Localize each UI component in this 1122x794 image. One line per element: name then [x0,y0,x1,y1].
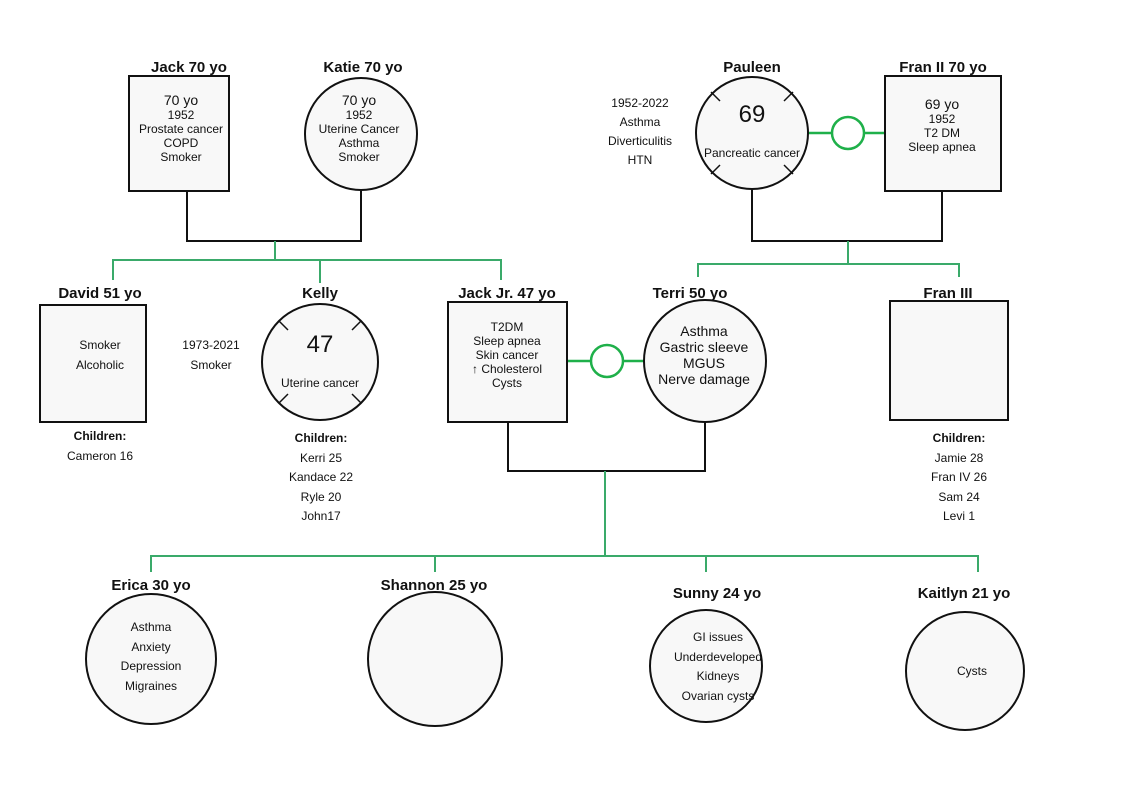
side-note: Smoker [190,358,232,372]
fran3-square [889,300,1009,421]
sunny-detail: Underdeveloped [673,649,763,664]
jack-name: Jack 70 yo [151,59,227,76]
fran2-detail: T2 DM [924,126,960,140]
jack-katie-union-line [186,191,362,242]
david-detail: Alcoholic [75,358,125,372]
marriage-symbol-jackjr-terri [567,343,645,379]
kaitlyn-details: Cysts [957,661,987,681]
erica-detail: Anxiety [131,639,171,654]
kelly-children: Children: Kerri 25 Kandace 22 Ryle 20 Jo… [289,429,353,527]
katie-details: 70 yo 1952 Uterine Cancer Asthma Smoker [319,92,400,164]
fran3-name: Fran III [923,285,973,302]
child-item: Levi 1 [942,509,976,523]
david-details: Smoker Alcoholic [76,335,124,375]
children-label: Children: [73,429,127,443]
children-label: Children: [932,431,986,445]
pauleen-side-notes: 1952-2022 Asthma Diverticulitis HTN [608,94,672,170]
jackjr-name: Jack Jr. 47 yo [458,285,556,302]
child-item: Cameron 16 [66,449,134,463]
side-note: HTN [627,153,653,167]
child-item: Sam 24 [938,489,980,504]
katie-detail: Smoker [338,150,380,164]
kelly-condition: Uterine cancer [280,376,360,390]
jack-details: 70 yo 1952 Prostate cancer COPD Smoker [139,92,223,164]
child-item: Jamie 28 [934,450,984,465]
jack-detail: Prostate cancer [138,122,224,136]
terri-detail: Asthma [680,323,728,339]
david-name: David 51 yo [58,285,142,302]
fran2-detail: 1952 [928,112,956,126]
katie-detail: Asthma [338,136,380,150]
kelly-name: Kelly [302,285,338,302]
marriage-symbol-pauleen-fran2 [808,115,885,151]
terri-detail: Nerve damage [658,371,750,387]
child-item: Kerri 25 [299,450,343,465]
terri-name: Terri 50 yo [652,285,728,302]
fran2-detail: Sleep apnea [908,140,976,154]
kaitlyn-detail: Cysts [957,664,987,678]
katie-detail: 1952 [345,108,373,122]
sunny-detail: Kidneys [696,669,740,683]
erica-detail: Migraines [124,678,178,693]
kelly-age-at-death: 47 [306,331,334,358]
fran2-details: 69 yo 1952 T2 DM Sleep apnea [908,96,975,154]
sunny-name: Sunny 24 yo [672,585,762,602]
pauleen-fran2-children-line [697,241,960,277]
erica-detail: Depression [120,659,182,673]
jackjr-terri-union-line [507,418,706,472]
fran2-age: 69 yo [924,96,960,112]
katie-age: 70 yo [341,92,377,108]
side-note: 1973-2021 [182,338,240,352]
pauleen-age-at-death: 69 [738,101,766,128]
child-item: John17 [301,509,341,523]
fran3-children: Children: Jamie 28 Fran IV 26 Sam 24 Lev… [931,429,987,527]
jackjr-details: T2DM Sleep apnea Skin cancer ↑ Cholester… [472,320,542,390]
terri-detail: MGUS [682,355,725,371]
jack-detail: COPD [163,136,199,150]
terri-details: Asthma Gastric sleeve MGUS Nerve damage [658,323,750,387]
kelly-side-notes: 1973-2021 Smoker [182,335,239,375]
david-children: Children: Cameron 16 [67,426,133,466]
jack-detail: 1952 [167,108,195,122]
sunny-details: GI issues Underdeveloped Kidneys Ovarian… [674,628,762,706]
shannon-circle [367,591,503,727]
sunny-detail: Ovarian cysts [681,688,755,703]
david-detail: Smoker [79,338,121,352]
katie-name: Katie 70 yo [323,59,403,76]
jackjr-detail: T2DM [490,320,524,334]
side-note: Asthma [619,115,661,129]
jackjr-detail: Skin cancer [475,348,539,362]
sunny-detail: GI issues [692,630,744,644]
jackjr-detail: Cysts [492,376,522,390]
erica-detail: Asthma [130,620,172,634]
jackjr-terri-children-line [150,471,979,572]
child-item: Kandace 22 [288,470,354,484]
side-note: Diverticulitis [607,134,673,148]
erica-name: Erica 30 yo [111,577,191,594]
terri-detail: Gastric sleeve [659,339,749,355]
pauleen-condition: Pancreatic cancer [703,146,801,160]
pauleen-name: Pauleen [723,59,781,76]
children-label: Children: [294,431,348,445]
shannon-name: Shannon 25 yo [380,577,488,594]
kaitlyn-name: Kaitlyn 21 yo [917,585,1011,602]
jack-age: 70 yo [163,92,199,108]
jack-katie-children-line [112,241,502,283]
jackjr-detail: ↑ Cholesterol [471,362,543,376]
genogram: Jack 70 yo 70 yo 1952 Prostate cancer CO… [0,0,1122,794]
child-item: Ryle 20 [300,489,342,504]
erica-details: Asthma Anxiety Depression Migraines [121,618,182,696]
pauleen-fran2-union-line [751,189,943,242]
fran2-name: Fran II 70 yo [899,59,987,76]
jack-detail: Smoker [160,150,202,164]
katie-detail: Uterine Cancer [318,122,400,136]
side-note: 1952-2022 [611,96,669,110]
child-item: Fran IV 26 [930,470,988,484]
jackjr-detail: Sleep apnea [473,334,541,348]
